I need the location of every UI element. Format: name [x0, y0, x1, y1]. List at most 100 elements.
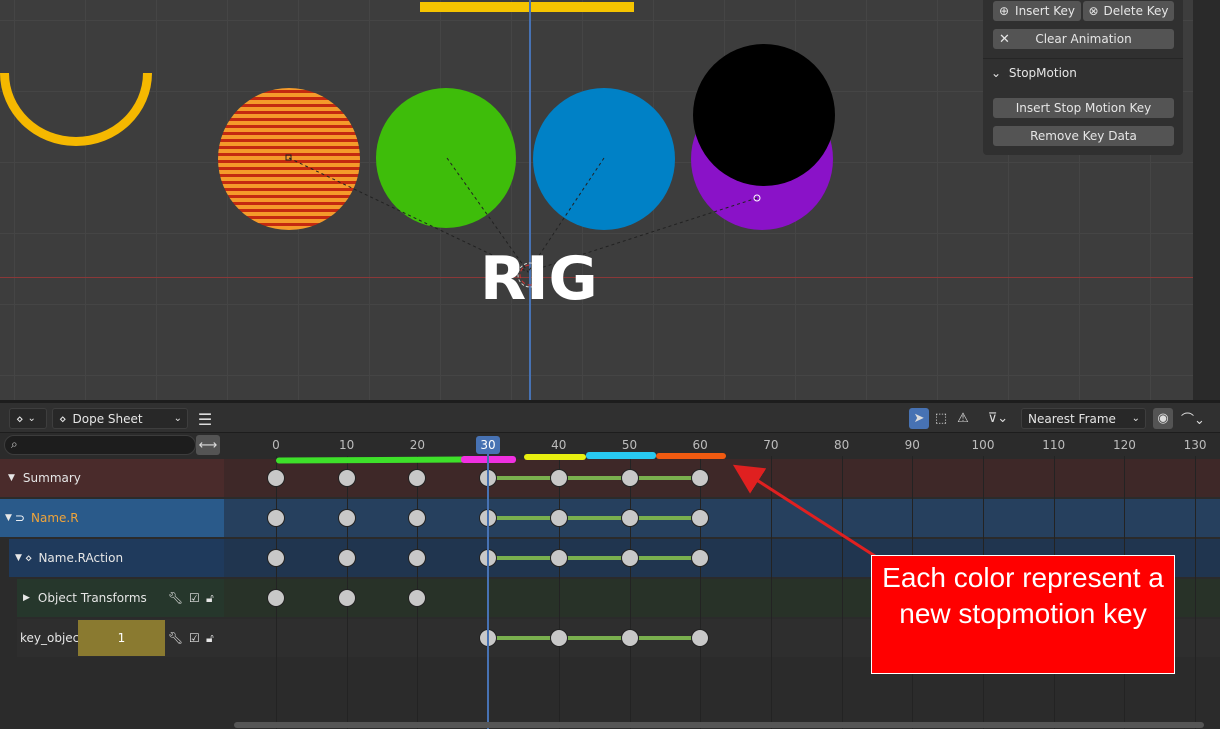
triangle-down-icon: ▼ — [8, 473, 15, 483]
keyframe[interactable] — [267, 469, 285, 487]
frame-number: 10 — [339, 438, 355, 452]
box-select-icon[interactable]: ⬚ — [931, 408, 951, 429]
frame-number: 110 — [1042, 438, 1066, 452]
dope-sheet-header: ⋄ ⌄ ⋄ Dope Sheet ⌄ ☰ ➤ ⬚ ⚠ ⊽⌄ Nearest Fr… — [0, 403, 1220, 433]
keyframe[interactable] — [267, 509, 285, 527]
keyframe[interactable] — [408, 549, 427, 567]
panel-divider — [983, 58, 1183, 59]
keyframe[interactable] — [549, 469, 568, 487]
remove-key-data-label: Remove Key Data — [1030, 129, 1137, 143]
dope-sheet-mode-icon: ⋄ — [59, 411, 67, 426]
keyframe[interactable] — [691, 629, 710, 647]
channel-object[interactable]: ▼ ⊃ Name.R — [0, 499, 224, 537]
viewport-side-strip — [1193, 0, 1220, 400]
hold-bar — [488, 476, 701, 480]
mode-dropdown[interactable]: ⋄ Dope Sheet ⌄ — [52, 408, 188, 429]
wrench-icon[interactable]: 🔧︎ — [168, 591, 183, 605]
frame-number: 80 — [833, 438, 850, 452]
keyframe[interactable] — [691, 549, 710, 567]
timeline-row-summary — [224, 459, 1220, 497]
x-circle-icon: ✕ — [999, 31, 1010, 47]
keyframe[interactable] — [337, 469, 356, 487]
horizontal-scrollbar[interactable] — [234, 722, 1204, 728]
falloff-curve-icon[interactable]: ⌒⌄ — [1176, 408, 1210, 429]
keyframe[interactable] — [549, 549, 568, 567]
unlock-icon[interactable]: 🔓︎ — [206, 591, 214, 606]
playhead-line[interactable] — [487, 454, 489, 729]
filter-icon[interactable]: ⊽⌄ — [980, 408, 1016, 429]
snap-label: Nearest Frame — [1028, 411, 1116, 426]
sidebar-panel: ⊕ Insert Key ⊗ Delete Key ✕ Clear Animat… — [983, 0, 1183, 155]
channel-summary-label: Summary — [22, 471, 81, 485]
triangle-down-icon: ▼ — [15, 553, 22, 563]
keyframe[interactable] — [549, 509, 568, 527]
dope-sheet-icon: ⋄ — [16, 411, 24, 426]
hold-bar — [488, 556, 701, 560]
channel-group[interactable]: ▶ Object Transforms 🔧︎ ☑ 🔓︎ — [17, 579, 224, 617]
current-frame-indicator[interactable]: 30 — [476, 436, 500, 454]
warning-icon[interactable]: ⚠ — [953, 408, 973, 429]
channel-object-label: Name.R — [30, 511, 79, 525]
chevron-down-icon: ⌄ — [1131, 413, 1140, 424]
hold-bar — [488, 516, 701, 520]
keyframe[interactable] — [620, 549, 639, 567]
channel-property[interactable]: key_object 1 🔧︎ ☑ 🔓︎ — [17, 619, 224, 657]
delete-key-label: Delete Key — [1103, 4, 1169, 18]
keyframe[interactable] — [691, 509, 710, 527]
checkbox-icon[interactable]: ☑ — [189, 631, 200, 645]
channel-search-input[interactable]: ⌕ — [4, 435, 196, 455]
keyframe[interactable] — [337, 589, 356, 607]
stopmotion-section-header[interactable]: ⌄ StopMotion — [991, 66, 1077, 80]
frame-number: 20 — [409, 438, 426, 452]
frame-gridline — [770, 456, 772, 729]
channel-action[interactable]: ▼ ⋄ Name.RAction — [9, 539, 224, 577]
checkbox-icon[interactable]: ☑ — [189, 591, 200, 605]
channel-summary[interactable]: ▼ Summary — [0, 459, 224, 497]
action-icon: ⋄ — [24, 551, 33, 565]
search-icon: ⌕ — [11, 437, 18, 451]
clear-animation-button[interactable]: ✕ Clear Animation — [993, 29, 1174, 49]
editor-type-dropdown[interactable]: ⋄ ⌄ — [9, 408, 47, 429]
frame-gridline — [629, 456, 631, 729]
channel-group-label: Object Transforms — [37, 591, 147, 605]
keyframe[interactable] — [267, 549, 285, 567]
delete-key-button[interactable]: ⊗ Delete Key — [1083, 1, 1174, 21]
keyframe[interactable] — [267, 589, 285, 607]
frame-gridline — [1195, 456, 1197, 729]
frame-number: 90 — [904, 438, 920, 452]
snap-dropdown[interactable]: Nearest Frame ⌄ — [1021, 408, 1146, 429]
frame-number: 40 — [551, 438, 567, 452]
property-value-field[interactable]: 1 — [78, 620, 165, 656]
keyframe[interactable] — [337, 549, 356, 567]
rig-label: RIG — [480, 244, 598, 314]
unlock-icon[interactable]: 🔓︎ — [206, 631, 214, 646]
frame-gridline — [558, 456, 560, 729]
green-stroke-marker — [275, 456, 467, 464]
insert-stop-motion-key-button[interactable]: Insert Stop Motion Key — [993, 98, 1174, 118]
keyframe[interactable] — [337, 509, 356, 527]
frame-number: 100 — [971, 438, 995, 452]
keyframe[interactable] — [408, 509, 427, 527]
swap-arrows-icon[interactable]: ⟷ — [196, 435, 220, 455]
insert-key-label: Insert Key — [1015, 4, 1076, 18]
timeline-row-object — [224, 499, 1220, 537]
select-cursor-icon[interactable]: ➤ — [909, 408, 929, 429]
keyframe-add-icon: ⊕ — [998, 4, 1010, 18]
remove-key-data-button[interactable]: Remove Key Data — [993, 126, 1174, 146]
keyframe-delete-icon: ⊗ — [1088, 4, 1099, 18]
wrench-icon[interactable]: 🔧︎ — [168, 631, 183, 645]
keyframe[interactable] — [620, 509, 639, 527]
insert-key-button[interactable]: ⊕ Insert Key — [993, 1, 1081, 21]
triangle-right-icon: ▶ — [23, 593, 30, 603]
keyframe[interactable] — [408, 469, 427, 487]
frame-number: 130 — [1183, 438, 1207, 452]
clear-animation-label: Clear Animation — [1035, 32, 1132, 46]
keyframe[interactable] — [620, 629, 639, 647]
keyframe[interactable] — [549, 629, 568, 647]
keyframe[interactable] — [408, 589, 427, 607]
keyframe[interactable] — [620, 469, 639, 487]
menu-icon[interactable]: ☰ — [195, 409, 215, 429]
proportional-edit-icon[interactable]: ◉ — [1153, 408, 1173, 429]
keyframe[interactable] — [691, 469, 710, 487]
frame-gridline — [700, 456, 702, 729]
